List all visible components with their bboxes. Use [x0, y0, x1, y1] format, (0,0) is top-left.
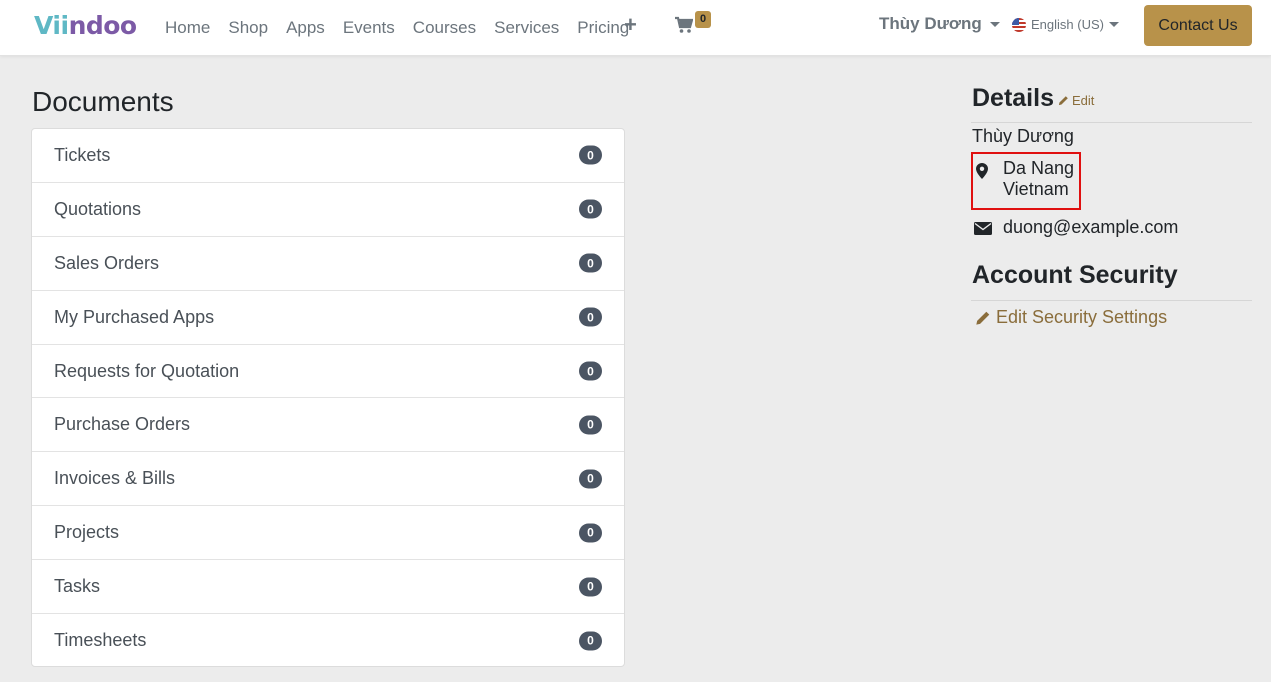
- cart-icon[interactable]: [675, 16, 693, 34]
- nav-apps[interactable]: Apps: [277, 0, 334, 56]
- nav-services[interactable]: Services: [485, 0, 568, 56]
- doc-count-badge: 0: [579, 361, 602, 381]
- nav-home[interactable]: Home: [156, 0, 219, 56]
- envelope-icon: [974, 222, 992, 235]
- doc-count-badge: 0: [579, 523, 602, 543]
- doc-item-sales-orders[interactable]: Sales Orders 0: [32, 237, 624, 291]
- details-divider: [971, 122, 1252, 123]
- doc-item-label: Invoices & Bills: [54, 468, 176, 489]
- address-country: Vietnam: [1003, 179, 1069, 199]
- documents-list: Tickets 0 Quotations 0 Sales Orders 0 My…: [31, 128, 625, 667]
- doc-item-projects[interactable]: Projects 0: [32, 506, 624, 561]
- doc-item-label: Purchase Orders: [54, 414, 191, 435]
- doc-item-timesheets[interactable]: Timesheets 0: [32, 614, 624, 666]
- doc-item-invoices[interactable]: Invoices & Bills 0: [32, 452, 624, 507]
- contact-name: Thùy Dương: [972, 126, 1074, 146]
- doc-item-label: Tickets: [54, 144, 111, 165]
- nav-courses[interactable]: Courses: [404, 0, 485, 56]
- doc-item-label: Sales Orders: [54, 252, 160, 273]
- address-city: Da Nang: [1003, 158, 1075, 178]
- doc-item-label: My Purchased Apps: [54, 306, 215, 327]
- edit-details-link[interactable]: Edit: [1058, 93, 1094, 108]
- cart-count-badge: 0: [695, 11, 712, 28]
- doc-item-label: Tasks: [54, 576, 101, 597]
- doc-count-badge: 0: [579, 307, 602, 327]
- doc-item-label: Quotations: [54, 198, 142, 219]
- edit-security-settings-link[interactable]: Edit Security Settings: [975, 307, 1167, 328]
- main-nav: Home Shop Apps Events Courses Services P…: [156, 0, 638, 56]
- doc-count-badge: 0: [579, 415, 602, 435]
- doc-item-label: Requests for Quotation: [54, 360, 240, 381]
- doc-item-purchased-apps[interactable]: My Purchased Apps 0: [32, 291, 624, 345]
- doc-item-label: Timesheets: [54, 630, 147, 651]
- logo-text-b: ndoo: [68, 11, 138, 40]
- doc-item-label: Projects: [54, 522, 120, 543]
- contact-email: duong@example.com: [1003, 217, 1179, 237]
- security-link-label: Edit Security Settings: [996, 307, 1168, 327]
- logo-text-a: Vii: [34, 11, 69, 40]
- security-divider: [971, 300, 1252, 301]
- top-navbar: Viindoo Home Shop Apps Events Courses Se…: [0, 0, 1271, 56]
- doc-count-badge: 0: [579, 253, 602, 273]
- caret-down-icon: [1108, 22, 1119, 27]
- map-marker-icon: [976, 163, 988, 179]
- doc-item-rfq[interactable]: Requests for Quotation 0: [32, 345, 624, 399]
- doc-item-tasks[interactable]: Tasks 0: [32, 560, 624, 615]
- doc-count-badge: 0: [579, 145, 602, 165]
- pencil-icon: [976, 311, 990, 325]
- doc-count-badge: 0: [579, 631, 602, 651]
- documents-title: Documents: [32, 86, 174, 117]
- language-label: English (US): [1031, 17, 1104, 32]
- nav-events[interactable]: Events: [334, 0, 404, 56]
- viindoo-logo[interactable]: Viindoo: [34, 11, 137, 40]
- user-name: Thùy Dương: [879, 14, 982, 33]
- user-menu-dropdown[interactable]: Thùy Dương: [879, 14, 1000, 34]
- plus-icon[interactable]: +: [624, 14, 637, 36]
- doc-count-badge: 0: [579, 577, 602, 597]
- pencil-icon: [1058, 96, 1068, 106]
- edit-label: Edit: [1072, 93, 1095, 108]
- contact-us-button[interactable]: Contact Us: [1144, 5, 1252, 46]
- doc-item-tickets[interactable]: Tickets 0: [32, 129, 624, 183]
- details-title: Details: [972, 84, 1054, 112]
- caret-down-icon: [989, 21, 1000, 27]
- doc-item-purchase-orders[interactable]: Purchase Orders 0: [32, 398, 624, 453]
- language-selector[interactable]: English (US): [1012, 17, 1119, 32]
- doc-count-badge: 0: [579, 469, 602, 489]
- account-security-title: Account Security: [972, 261, 1178, 289]
- doc-item-quotations[interactable]: Quotations 0: [32, 183, 624, 237]
- nav-shop[interactable]: Shop: [219, 0, 277, 56]
- doc-count-badge: 0: [579, 199, 602, 219]
- us-flag-icon: [1012, 17, 1026, 32]
